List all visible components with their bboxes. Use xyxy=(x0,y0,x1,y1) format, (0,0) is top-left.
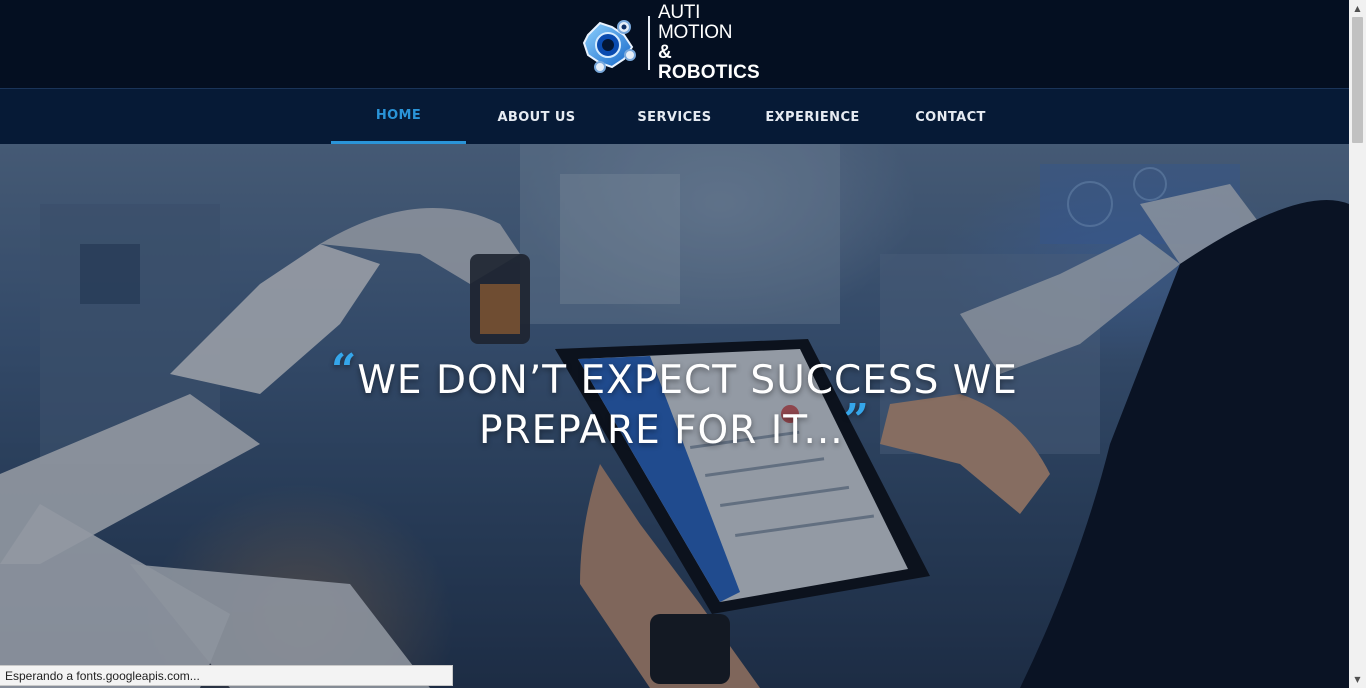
nav-item-about-us[interactable]: ABOUT US xyxy=(466,89,607,145)
nav-item-label: CONTACT xyxy=(915,109,986,125)
close-quote-icon: ” xyxy=(843,395,870,446)
vertical-scrollbar[interactable]: ▲ ▼ xyxy=(1349,0,1366,688)
logo-divider xyxy=(648,16,650,70)
site-logo[interactable]: AUTI MOTION & ROBOTICS xyxy=(578,3,778,82)
scrollbar-thumb[interactable] xyxy=(1352,17,1363,143)
logo-text: AUTI MOTION & ROBOTICS xyxy=(658,3,778,83)
browser-status-bar: Esperando a fonts.googleapis.com... xyxy=(0,665,453,686)
nav-item-home[interactable]: HOME xyxy=(331,89,466,145)
logo-line-2: & ROBOTICS xyxy=(657,42,760,83)
hero-headline-line-2: PREPARE FOR IT...” xyxy=(0,396,1349,456)
page: AUTI MOTION & ROBOTICS HOME ABOUT US SER… xyxy=(0,0,1349,688)
open-quote-icon: “ xyxy=(331,345,358,396)
hero-headline-line-1: “WE DON’T EXPECT SUCCESS WE xyxy=(0,346,1349,406)
hero-headline: “WE DON’T EXPECT SUCCESS WE PREPARE FOR … xyxy=(0,346,1349,456)
nav-item-contact[interactable]: CONTACT xyxy=(883,89,1018,145)
robot-joint-icon xyxy=(578,13,638,73)
nav-item-label: EXPERIENCE xyxy=(765,109,860,125)
nav-item-label: HOME xyxy=(375,107,422,123)
scroll-up-arrow-icon[interactable]: ▲ xyxy=(1349,0,1366,17)
nav-item-label: ABOUT US xyxy=(497,109,576,125)
main-nav: HOME ABOUT US SERVICES EXPERIENCE CONTAC… xyxy=(0,88,1349,145)
hero-section: “WE DON’T EXPECT SUCCESS WE PREPARE FOR … xyxy=(0,144,1349,688)
scroll-down-arrow-icon[interactable]: ▼ xyxy=(1349,671,1366,688)
hero-line-2: PREPARE FOR IT... xyxy=(479,408,844,453)
logo-line-1: AUTI MOTION xyxy=(657,2,733,44)
site-header: AUTI MOTION & ROBOTICS xyxy=(0,0,1349,88)
nav-item-experience[interactable]: EXPERIENCE xyxy=(742,89,883,145)
nav-item-services[interactable]: SERVICES xyxy=(607,89,742,145)
hero-line-1: WE DON’T EXPECT SUCCESS WE xyxy=(357,358,1018,403)
nav-item-label: SERVICES xyxy=(637,109,712,125)
nav-list: HOME ABOUT US SERVICES EXPERIENCE CONTAC… xyxy=(331,89,1018,145)
